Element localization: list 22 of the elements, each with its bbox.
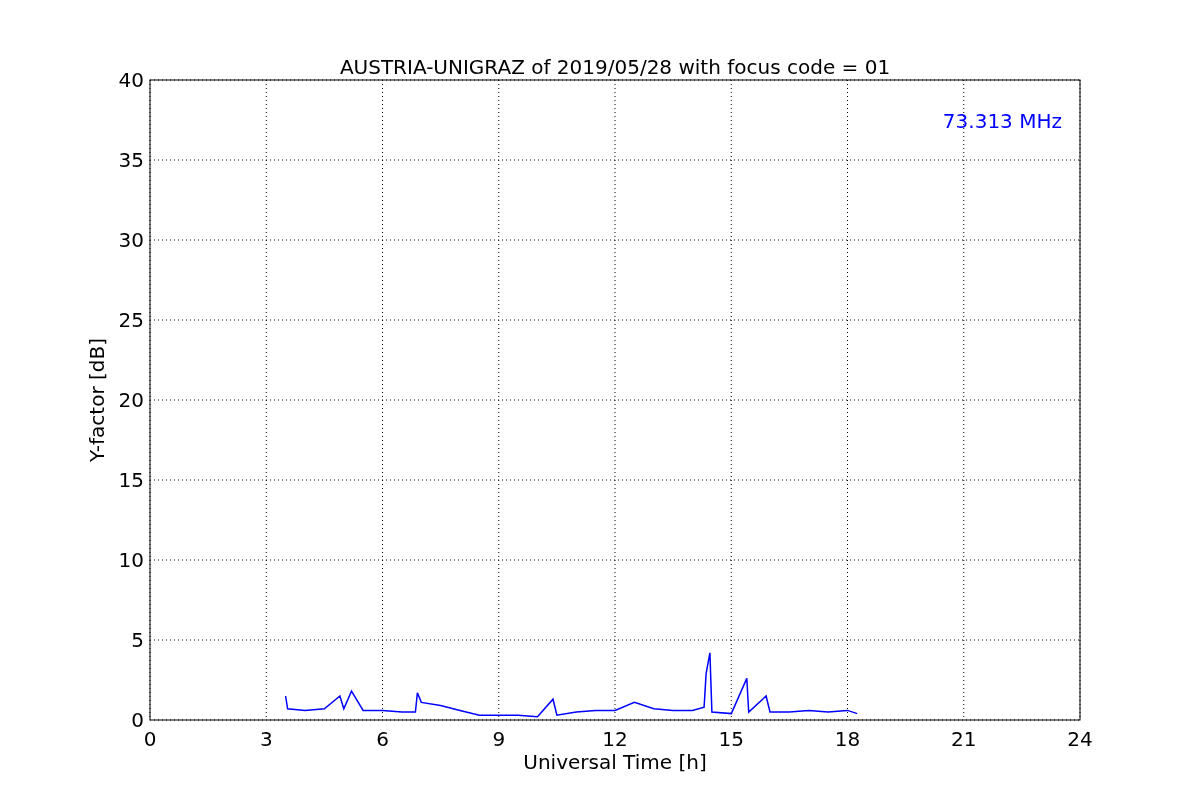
y-tick-label: 40 bbox=[118, 68, 144, 92]
y-tick-label: 5 bbox=[131, 628, 144, 652]
y-tick-label: 30 bbox=[118, 228, 144, 252]
y-axis-label: Y-factor [dB] bbox=[85, 338, 109, 462]
x-tick-label: 15 bbox=[718, 727, 744, 751]
y-tick-label: 0 bbox=[131, 708, 144, 732]
x-tick-label: 0 bbox=[143, 727, 157, 751]
x-tick-label: 21 bbox=[951, 727, 977, 751]
x-tick-label: 6 bbox=[376, 727, 389, 751]
x-tick-label: 9 bbox=[492, 727, 506, 751]
y-tick-label: 20 bbox=[118, 388, 144, 412]
y-tick-label: 25 bbox=[118, 308, 144, 332]
x-tick-label: 3 bbox=[259, 727, 273, 751]
y-tick-label: 35 bbox=[118, 148, 144, 172]
legend-label: 73.313 MHz bbox=[942, 109, 1062, 133]
x-tick-label: 12 bbox=[602, 727, 628, 751]
chart-title: AUSTRIA-UNIGRAZ of 2019/05/28 with focus code = 01 bbox=[339, 55, 891, 79]
y-tick-label: 15 bbox=[118, 468, 144, 492]
x-axis-label: Universal Time [h] bbox=[523, 750, 707, 774]
x-tick-label: 24 bbox=[1067, 727, 1093, 751]
y-tick-label: 10 bbox=[118, 548, 144, 572]
x-tick-label: 18 bbox=[834, 727, 861, 751]
